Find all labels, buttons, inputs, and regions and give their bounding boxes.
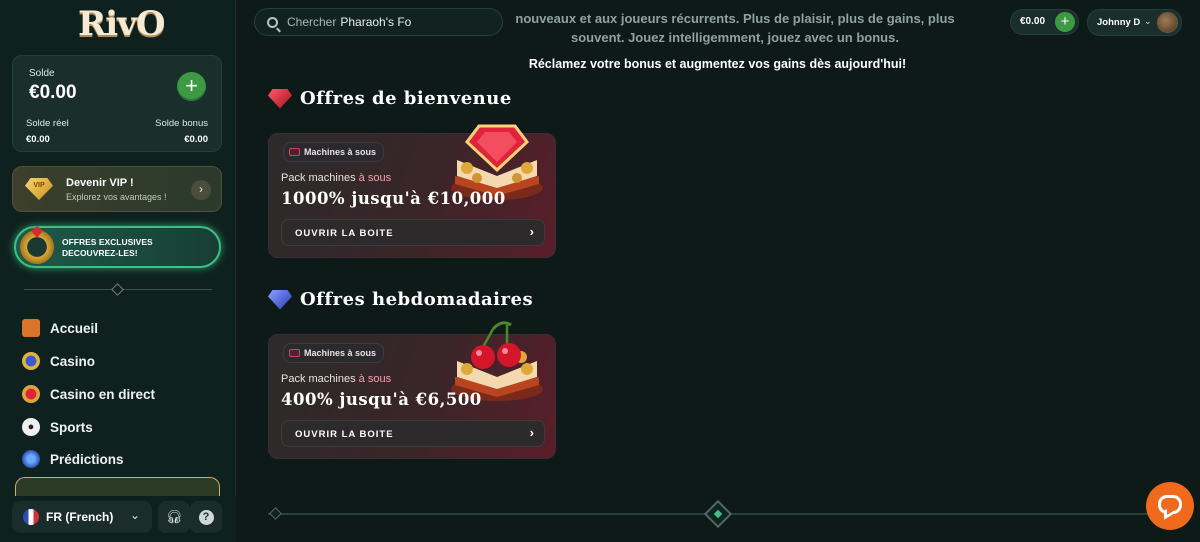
sidebar-item-label: Prédictions: [50, 451, 124, 467]
bonus-balance-value: €0.00: [184, 134, 208, 145]
sidebar-item-predictions[interactable]: Prédictions: [22, 448, 124, 470]
category-tag-label: Machines à sous: [304, 348, 377, 358]
category-tag: Machines à sous: [283, 142, 385, 162]
pack-label: Pack machines à sous: [281, 172, 392, 184]
vip-title: Devenir VIP !: [66, 177, 134, 189]
category-tag: Machines à sous: [283, 343, 385, 363]
soccer-ball-icon: ●: [22, 418, 40, 436]
exclusive-offers-banner[interactable]: OFFRES EXCLUSIVES DECOUVREZ-LES!: [14, 226, 221, 268]
logo[interactable]: RivO: [78, 4, 166, 44]
sidebar-item-label: Accueil: [50, 320, 99, 336]
live-casino-icon: [22, 385, 40, 403]
user-menu[interactable]: Johnny D ⌄: [1087, 9, 1182, 36]
search-value: Pharaoh's Fo: [340, 15, 412, 29]
chevron-right-icon[interactable]: ›: [191, 180, 211, 200]
wallet-balance[interactable]: €0.00 +: [1010, 9, 1079, 35]
sidebar-item-accueil[interactable]: Accueil: [22, 317, 98, 339]
sidebar-item-sports[interactable]: ● Sports: [22, 416, 93, 438]
sidebar-footer: FR (French) ⌄ 🎧︎ ?: [0, 496, 236, 542]
tagline: Réclamez votre bonus et augmentez vos ga…: [528, 57, 907, 71]
section-title-welcome: Offres de bienvenue: [268, 88, 512, 109]
sidebar-item-label: Casino en direct: [50, 386, 156, 402]
real-balance-value: €0.00: [26, 134, 50, 145]
sapphire-gem-icon: [268, 289, 292, 310]
sidebar: RivO Solde €0.00 + Solde réel €0.00 Sold…: [0, 0, 236, 542]
search-icon: [267, 16, 278, 28]
search-input[interactable]: Chercher Pharaoh's Fo: [254, 8, 503, 36]
chevron-right-icon: ›: [529, 224, 534, 239]
language-label: FR (French): [46, 510, 114, 524]
username: Johnny D: [1097, 17, 1141, 28]
deposit-plus-button[interactable]: +: [177, 72, 206, 101]
help-icon: ?: [198, 510, 214, 526]
sidebar-item-label: Sports: [50, 419, 93, 435]
help-button[interactable]: ?: [190, 501, 222, 533]
avatar: [1157, 12, 1178, 33]
balance-card: Solde €0.00 + Solde réel €0.00 Solde bon…: [12, 55, 222, 152]
exclusive-offers-text: OFFRES EXCLUSIVES DECOUVREZ-LES!: [62, 237, 153, 258]
open-box-label: OUVRIR LA BOITE: [295, 228, 394, 239]
offer-card-weekly: Machines à sous Pack machines à sous 400…: [268, 321, 556, 459]
sidebar-item-casino[interactable]: Casino: [22, 350, 95, 372]
casino-chip-icon: [22, 352, 40, 370]
offer-headline: 400% jusqu'à €6,500: [281, 390, 482, 409]
ring-icon: [20, 230, 54, 264]
vip-gem-icon: VIP: [25, 178, 53, 200]
slot-machine-icon: [289, 349, 300, 357]
ornament-divider: [268, 499, 1148, 529]
language-selector[interactable]: FR (French) ⌄: [12, 501, 152, 533]
predictions-icon: [22, 450, 40, 468]
chevron-right-icon: ›: [529, 425, 534, 440]
open-box-button[interactable]: OUVRIR LA BOITE ›: [281, 420, 545, 447]
bonus-balance-label: Solde bonus: [155, 118, 208, 129]
chat-bubble-icon: [1158, 495, 1182, 514]
sidebar-item-live-casino[interactable]: Casino en direct: [22, 383, 155, 405]
wallet-amount: €0.00: [1020, 16, 1046, 27]
france-flag-icon: [23, 509, 39, 525]
wallet-deposit-button[interactable]: +: [1055, 12, 1075, 32]
ruby-gem-icon: [268, 88, 292, 109]
real-balance-label: Solde réel: [26, 118, 69, 129]
balance-label: Solde: [29, 68, 55, 79]
search-placeholder: Chercher: [287, 15, 337, 29]
pack-label: Pack machines à sous: [281, 373, 392, 385]
sidebar-item-label: Casino: [50, 353, 96, 369]
offer-card-welcome: Machines à sous Pack machines à sous 100…: [268, 124, 556, 258]
intro-text: nouveaux et aux joueurs récurrents. Plus…: [515, 11, 955, 45]
balance-amount: €0.00: [29, 82, 77, 103]
support-headset-button[interactable]: 🎧︎: [158, 501, 190, 533]
vip-subtitle: Explorez vos avantages !: [66, 192, 167, 202]
open-box-label: OUVRIR LA BOITE: [295, 429, 394, 440]
section-heading: Offres hebdomadaires: [300, 289, 534, 310]
offer-headline: 1000% jusqu'à €10,000: [281, 189, 506, 208]
vip-banner[interactable]: VIP Devenir VIP ! Explorez vos avantages…: [12, 166, 222, 212]
sidebar-divider: [24, 283, 212, 296]
section-heading: Offres de bienvenue: [300, 88, 512, 109]
chevron-down-icon: ⌄: [1144, 16, 1152, 26]
section-title-weekly: Offres hebdomadaires: [268, 289, 533, 310]
home-ticket-icon: [22, 319, 40, 337]
open-box-button[interactable]: OUVRIR LA BOITE ›: [281, 219, 545, 246]
slot-machine-icon: [289, 148, 300, 156]
live-chat-button[interactable]: [1146, 482, 1194, 530]
headset-icon: 🎧︎: [165, 509, 183, 524]
category-tag-label: Machines à sous: [304, 147, 377, 157]
chevron-down-icon: ⌄: [129, 508, 140, 522]
